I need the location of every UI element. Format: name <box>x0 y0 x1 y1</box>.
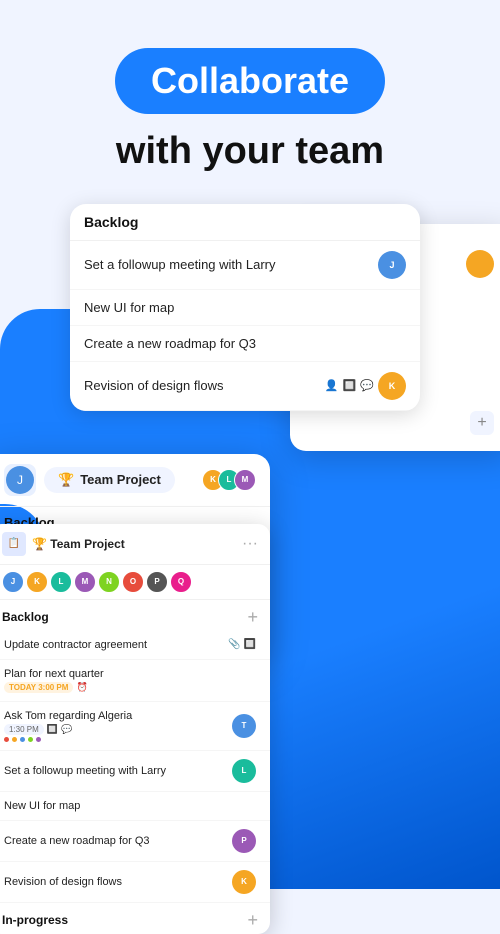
task-item: Revision of design flows K <box>0 862 270 903</box>
content-area: In- Be R AWw + Backlog Set a followup me… <box>0 204 500 844</box>
task-avatar: T <box>232 714 256 738</box>
checkbox-icon: 🔲 <box>47 724 58 735</box>
add-inprogress-button[interactable]: + <box>247 910 258 931</box>
task-avatar: P <box>232 829 256 853</box>
header: Collaborate with your team <box>0 0 500 194</box>
task-item: Plan for next quarter TODAY 3:00 PM ⏰ <box>0 660 270 702</box>
add-task-button[interactable]: + <box>247 607 258 628</box>
mid-card-header: Backlog <box>70 204 420 241</box>
avatar: N <box>98 571 120 593</box>
icon: 💬 <box>360 379 374 392</box>
task-content: Plan for next quarter TODAY 3:00 PM ⏰ <box>4 668 256 693</box>
mid-task-text: Revision of design flows <box>84 378 317 393</box>
avatar: M <box>234 469 256 491</box>
task-text: Plan for next quarter <box>4 668 256 680</box>
attachment-icon: 📎 <box>228 639 240 650</box>
mid-task-text: Set a followup meeting with Larry <box>84 257 370 272</box>
front-card: 📋 🏆 Team Project ··· J K L M N O P Q Bac… <box>0 524 270 934</box>
subtitle: with your team <box>30 130 470 174</box>
checkbox-icon: 🔲 <box>244 639 256 650</box>
avatar: L <box>50 571 72 593</box>
avatar: K <box>26 571 48 593</box>
mid-card-title: Backlog <box>84 214 406 230</box>
mid-task-item: New UI for map <box>70 290 420 326</box>
comment-icon: 💬 <box>61 724 72 735</box>
collaborate-badge: Collaborate <box>115 48 385 114</box>
front-card-header: 📋 🏆 Team Project ··· <box>0 524 270 565</box>
front-card-title: 🏆 Team Project <box>32 537 236 551</box>
task-text: Update contractor agreement <box>4 639 220 651</box>
card-title: 🏆 Team Project <box>44 467 175 493</box>
dot <box>20 737 25 742</box>
task-actions: 📎 🔲 <box>228 639 256 650</box>
task-text: New UI for map <box>4 800 256 812</box>
avatar: Q <box>170 571 192 593</box>
backlog-section-header: Backlog + <box>0 600 270 631</box>
clock-icon: ⏰ <box>76 682 87 693</box>
task-text: Create a new roadmap for Q3 <box>4 835 224 847</box>
inprogress-section-header: In-progress + <box>0 903 270 934</box>
inprogress-title: In-progress <box>2 913 247 927</box>
task-item: Create a new roadmap for Q3 P <box>0 821 270 862</box>
avatar: O <box>122 571 144 593</box>
task-item: Ask Tom regarding Algeria 1:30 PM 🔲 💬 T <box>0 702 270 751</box>
back-card-avatar <box>466 250 494 278</box>
dot <box>28 737 33 742</box>
avatar: M <box>74 571 96 593</box>
task-avatar: K <box>232 870 256 894</box>
task-text: Ask Tom regarding Algeria <box>4 710 224 722</box>
menu-button[interactable]: ··· <box>242 535 258 553</box>
task-item: New UI for map <box>0 792 270 821</box>
avatar: J <box>2 571 24 593</box>
task-content: Ask Tom regarding Algeria 1:30 PM 🔲 💬 <box>4 710 224 742</box>
task-text: Revision of design flows <box>4 876 224 888</box>
mid-task-text: New UI for map <box>84 300 406 315</box>
front-card-logo: 📋 <box>2 532 26 556</box>
front-card-avatars: J K L M N O P Q <box>0 565 270 600</box>
avatar-group: K L M <box>208 469 256 491</box>
avatar: P <box>146 571 168 593</box>
mid-task-avatar: J <box>378 251 406 279</box>
task-avatar: L <box>232 759 256 783</box>
title-text: Team Project <box>80 472 161 487</box>
backlog-title: Backlog <box>2 610 247 624</box>
task-item: Update contractor agreement 📎 🔲 <box>0 631 270 660</box>
task-text: Set a followup meeting with Larry <box>4 765 224 777</box>
task-badge: 1:30 PM <box>4 724 44 735</box>
mid-task-item: Set a followup meeting with Larry J <box>70 241 420 290</box>
mid-task-text: Create a new roadmap for Q3 <box>84 336 406 351</box>
task-item: Set a followup meeting with Larry L <box>0 751 270 792</box>
dot <box>4 737 9 742</box>
back-card-add-button[interactable]: + <box>470 411 494 435</box>
mid-task-avatar: K <box>378 372 406 400</box>
mid-task-item: Create a new roadmap for Q3 <box>70 326 420 362</box>
title-emoji: 🏆 <box>58 472 74 488</box>
main-card-header: J 🏆 Team Project K L M <box>0 454 270 507</box>
icon: 👤 <box>325 379 339 392</box>
mid-card: Backlog Set a followup meeting with Larr… <box>70 204 420 411</box>
icon: 🔲 <box>343 379 357 392</box>
card-logo: J <box>4 464 36 496</box>
dot <box>12 737 17 742</box>
dot <box>36 737 41 742</box>
task-badge: TODAY 3:00 PM <box>4 682 73 693</box>
mid-task-item: Revision of design flows 👤 🔲 💬 K <box>70 362 420 411</box>
